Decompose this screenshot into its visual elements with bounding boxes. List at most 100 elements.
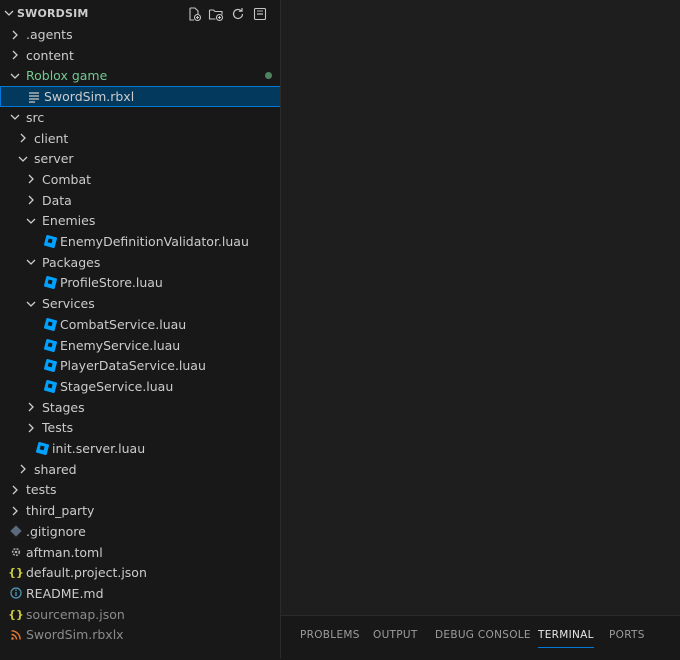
tree-file-init-server-luau[interactable]: init.server.luau	[0, 438, 280, 459]
chevron-down-icon[interactable]	[26, 216, 36, 226]
luau-icon	[43, 379, 57, 394]
chevron-right-icon[interactable]	[18, 133, 28, 143]
tree-item-label: Stages	[42, 399, 85, 415]
chevron-down-icon[interactable]	[10, 112, 20, 122]
tree-folder-tests[interactable]: Tests	[0, 417, 280, 438]
tree-folder-content[interactable]: content	[0, 45, 280, 66]
tree-item-label: aftman.toml	[26, 544, 103, 560]
gear-icon	[10, 546, 22, 558]
tree-file-gitignore[interactable]: .gitignore	[0, 521, 280, 542]
tree-folder-packages[interactable]: Packages	[0, 252, 280, 273]
tree-item-label: default.project.json	[26, 565, 147, 581]
tree-item-label: EnemyService.luau	[60, 337, 181, 353]
refresh-icon[interactable]	[230, 6, 246, 22]
tree-folder-roblox-game[interactable]: Roblox game	[0, 65, 280, 86]
tree-item-label: init.server.luau	[52, 441, 146, 456]
lines-file-icon	[28, 91, 40, 103]
tree-item-label: README.md	[26, 585, 104, 601]
chevron-right-icon[interactable]	[10, 485, 20, 495]
tree-folder-agents[interactable]: .agents	[0, 24, 280, 45]
explorer-actions	[186, 6, 268, 22]
luau-icon	[43, 276, 57, 290]
tree-file-swordsim-rbxlx[interactable]: SwordSim.rbxlx	[0, 624, 280, 645]
luau-icon	[35, 441, 49, 456]
tree-item-label: StageService.luau	[60, 378, 174, 394]
luau-icon	[43, 338, 57, 352]
tree-folder-server[interactable]: server	[0, 148, 280, 169]
json-braces-icon: {}	[8, 607, 24, 621]
chevron-right-icon[interactable]	[26, 174, 36, 184]
editor-area[interactable]	[281, 0, 680, 615]
luau-icon	[43, 234, 57, 249]
tree-folder-client[interactable]: client	[0, 128, 280, 149]
tree-item-label: ProfileStore.luau	[60, 275, 163, 291]
chevron-right-icon[interactable]	[26, 195, 36, 205]
tree-file-default-project-json[interactable]: {} default.project.json	[0, 562, 280, 583]
new-file-icon[interactable]	[186, 6, 202, 22]
tree-folder-third-party[interactable]: third_party	[0, 500, 280, 521]
tree-folder-combat[interactable]: Combat	[0, 169, 280, 190]
tree-item-label: SwordSim.rbxlx	[26, 627, 124, 643]
tab-terminal[interactable]: TERMINAL	[538, 629, 594, 648]
explorer-title: SWORDSIM	[17, 7, 89, 20]
tree-file-swordsim-rbxl[interactable]: SwordSim.rbxlU	[0, 86, 280, 108]
tree-item-label: .gitignore	[26, 523, 86, 539]
tree-folder-services[interactable]: Services	[0, 293, 280, 314]
tree-item-label: SwordSim.rbxl	[44, 89, 135, 105]
tree-item-label: Combat	[42, 171, 92, 187]
info-icon	[10, 587, 22, 599]
tab-debug-console[interactable]: DEBUG CONSOLE	[435, 629, 531, 641]
tree-item-label: Services	[42, 296, 95, 312]
chevron-right-icon[interactable]	[26, 402, 36, 412]
tree-item-label: PlayerDataService.luau	[60, 358, 206, 374]
json-braces-icon: {}	[8, 566, 24, 580]
tree-file-enemyservice-luau[interactable]: EnemyService.luau	[0, 335, 280, 356]
luau-icon	[43, 358, 57, 373]
chevron-right-icon[interactable]	[18, 464, 28, 474]
chevron-right-icon[interactable]	[10, 30, 20, 40]
chevron-down-icon[interactable]	[10, 71, 20, 81]
tree-folder-shared[interactable]: shared	[0, 459, 280, 480]
panel-tab-bar: PROBLEMS OUTPUT DEBUG CONSOLE TERMINAL P…	[281, 615, 680, 660]
tree-item-label: content	[26, 47, 74, 63]
tree-file-enemydefinitionvalidator-luau[interactable]: EnemyDefinitionValidator.luau	[0, 231, 280, 252]
tree-item-label: client	[34, 130, 69, 146]
tree-item-label: Enemies	[42, 213, 96, 229]
tree-folder-data[interactable]: Data	[0, 190, 280, 211]
tab-ports[interactable]: PORTS	[609, 629, 645, 641]
tree-file-aftman-toml[interactable]: aftman.toml	[0, 542, 280, 563]
chevron-right-icon[interactable]	[26, 423, 36, 433]
new-folder-icon[interactable]	[208, 6, 224, 22]
explorer-sidebar: SWORDSIM .agents content Roblox game SwordS…	[0, 0, 281, 659]
tree-item-label: tests	[26, 482, 57, 498]
chevron-right-icon[interactable]	[10, 506, 20, 516]
tree-item-label: .agents	[26, 27, 73, 42]
tree-file-readme-md[interactable]: README.md	[0, 583, 280, 604]
chevron-down-icon[interactable]	[4, 8, 14, 18]
tree-item-label: Data	[42, 192, 72, 208]
tab-output[interactable]: OUTPUT	[373, 629, 418, 641]
chevron-right-icon[interactable]	[10, 50, 20, 60]
tree-folder-stages[interactable]: Stages	[0, 397, 280, 418]
collapse-all-icon[interactable]	[252, 6, 268, 22]
tree-file-profilestore-luau[interactable]: ProfileStore.luau	[0, 272, 280, 293]
chevron-down-icon[interactable]	[26, 257, 36, 267]
tree-file-sourcemap-json[interactable]: {} sourcemap.json	[0, 604, 280, 625]
tree-item-label: Tests	[42, 420, 74, 436]
tree-file-stageservice-luau[interactable]: StageService.luau	[0, 376, 280, 397]
tab-problems[interactable]: PROBLEMS	[300, 629, 360, 641]
tree-file-combatservice-luau[interactable]: CombatService.luau	[0, 314, 280, 335]
tree-item-label: EnemyDefinitionValidator.luau	[60, 234, 249, 249]
chevron-down-icon[interactable]	[26, 299, 36, 309]
git-icon	[10, 525, 22, 537]
tree-folder-tests[interactable]: tests	[0, 479, 280, 500]
tree-item-label: shared	[34, 461, 77, 477]
tree-folder-enemies[interactable]: Enemies	[0, 210, 280, 231]
luau-icon	[43, 317, 57, 332]
tree-file-playerdataservice-luau[interactable]: PlayerDataService.luau	[0, 355, 280, 376]
tree-item-label: Packages	[42, 254, 101, 270]
tree-item-label: server	[34, 151, 74, 167]
tree-item-label: Roblox game	[26, 68, 108, 84]
tree-folder-src[interactable]: src	[0, 107, 280, 128]
chevron-down-icon[interactable]	[18, 154, 28, 164]
